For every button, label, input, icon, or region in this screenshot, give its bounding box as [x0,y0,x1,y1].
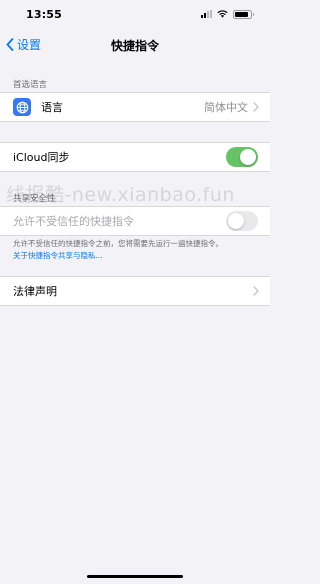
chevron-right-icon [253,102,259,112]
home-indicator [87,574,183,578]
untrusted-shortcuts-toggle[interactable] [226,211,258,231]
language-label: 语言 [41,101,63,114]
cellular-signal-icon [201,10,212,18]
status-time: 13:55 [26,8,63,21]
globe-icon [13,98,31,116]
untrusted-shortcuts-row: 允许不受信任的快捷指令 [0,207,270,235]
preferred-language-header: 首选语言 [13,80,48,90]
language-value: 简体中文 [204,101,248,114]
sharing-security-header: 共享安全性 [13,194,56,204]
wifi-icon [217,10,228,18]
untrusted-shortcuts-footer: 允许不受信任的快捷指令之前，您将需要先运行一遍快捷指令。 [13,239,223,248]
icloud-sync-group: iCloud同步 [0,142,270,172]
navigation-bar: 设置 快捷指令 [0,30,270,58]
sharing-privacy-link[interactable]: 关于快捷指令共享与隐私... [13,250,103,261]
status-icons [201,9,254,19]
language-row[interactable]: 语言 简体中文 [0,93,270,121]
icloud-sync-toggle[interactable] [226,147,258,167]
legal-notices-label: 法律声明 [13,285,57,298]
icloud-sync-row: iCloud同步 [0,143,270,171]
page-title: 快捷指令 [110,39,159,53]
status-bar: 13:55 [0,0,270,30]
icloud-sync-label: iCloud同步 [13,151,70,164]
shortcuts-settings-screen: 13:55 设置 快捷指令 首选语言 语言 简体中文 iCloud同步 共享安全… [0,0,270,584]
battery-icon [233,9,254,19]
sharing-security-group: 允许不受信任的快捷指令 [0,206,270,236]
chevron-right-icon [253,286,259,296]
untrusted-shortcuts-label: 允许不受信任的快捷指令 [13,215,134,228]
legal-notices-row[interactable]: 法律声明 [0,277,270,305]
legal-group: 法律声明 [0,276,270,306]
preferred-language-group: 语言 简体中文 [0,92,270,122]
